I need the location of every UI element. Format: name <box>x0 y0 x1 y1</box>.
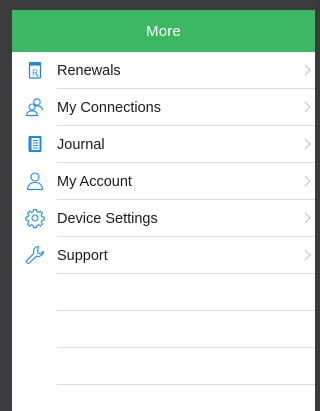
menu-item-label: Renewals <box>57 62 121 79</box>
connections-icon <box>24 96 46 118</box>
menu-item-journal[interactable]: Journal <box>12 126 315 163</box>
wrench-icon <box>24 244 46 266</box>
menu-item-label: My Connections <box>57 99 161 116</box>
prescription-icon: R <box>24 59 46 81</box>
menu-item-label: Journal <box>57 136 105 153</box>
chevron-right-icon <box>304 101 311 113</box>
menu-item-device-settings[interactable]: Device Settings <box>12 200 315 237</box>
menu-item-my-account[interactable]: My Account <box>12 163 315 200</box>
chevron-right-icon <box>304 249 311 261</box>
page-title: More <box>146 22 181 40</box>
app-frame: More R Renewals My Connections Journal M… <box>0 0 315 411</box>
menu-item-renewals[interactable]: R Renewals <box>12 52 315 89</box>
header-bar: More <box>12 10 315 52</box>
empty-row <box>12 311 315 348</box>
more-panel: More R Renewals My Connections Journal M… <box>12 10 315 411</box>
menu-list: R Renewals My Connections Journal My Acc… <box>12 52 315 385</box>
menu-item-label: Device Settings <box>57 210 158 227</box>
menu-item-support[interactable]: Support <box>12 237 315 274</box>
menu-item-label: My Account <box>57 173 132 190</box>
menu-item-my-connections[interactable]: My Connections <box>12 89 315 126</box>
empty-row <box>12 274 315 311</box>
menu-item-label: Support <box>57 247 108 264</box>
row-divider <box>57 384 315 385</box>
chevron-right-icon <box>304 212 311 224</box>
account-icon <box>24 170 46 192</box>
chevron-right-icon <box>304 138 311 150</box>
journal-icon <box>24 133 46 155</box>
empty-row <box>12 348 315 385</box>
gear-icon <box>24 207 46 229</box>
chevron-right-icon <box>304 64 311 76</box>
chevron-right-icon <box>304 175 311 187</box>
